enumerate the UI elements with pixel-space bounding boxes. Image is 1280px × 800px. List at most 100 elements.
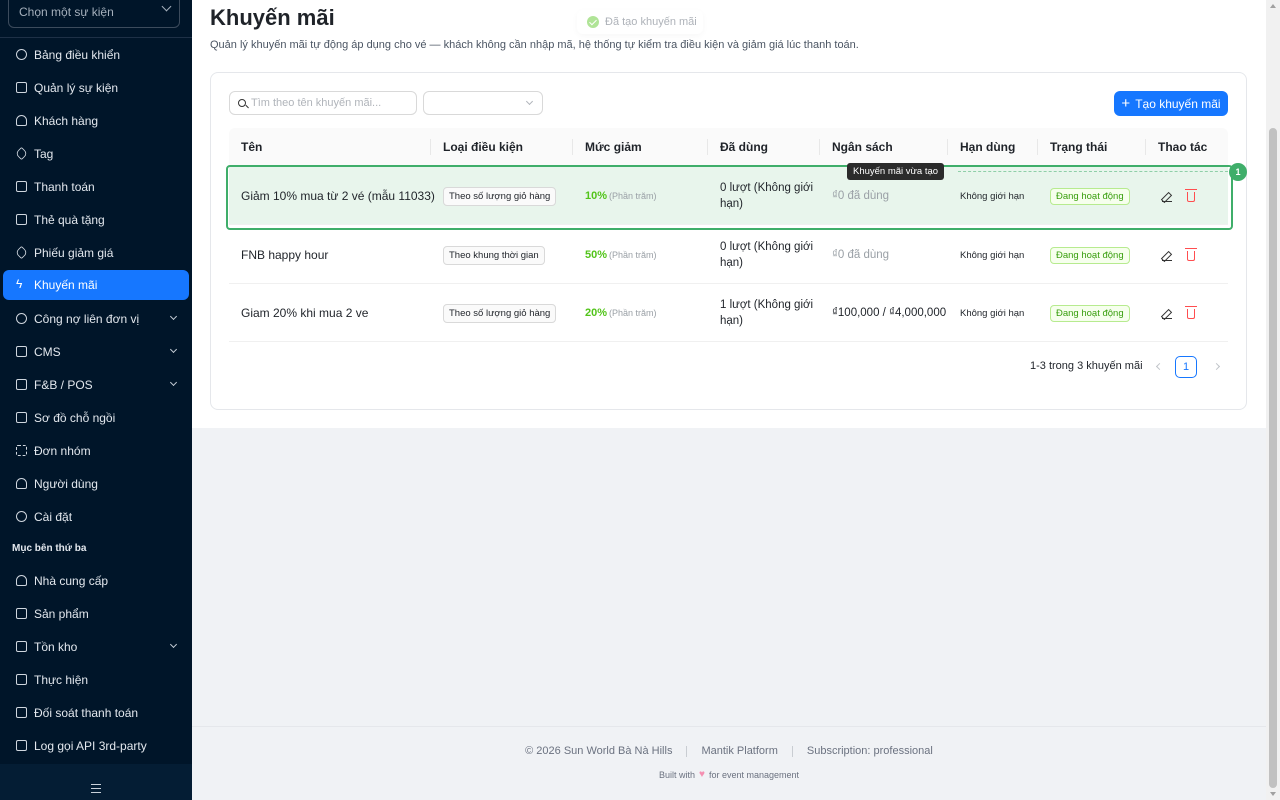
sidebar-item-events[interactable]: Quản lý sự kiện (0, 71, 192, 104)
sidebar-item-payments[interactable]: Thanh toán (0, 170, 192, 203)
sidebar-item-label: Tồn kho (34, 639, 78, 654)
sidebar-item-label: Thực hiện (34, 672, 89, 687)
create-promotion-button[interactable]: + Tạo khuyến mãi (1114, 91, 1228, 116)
chevron-down-icon (169, 378, 178, 387)
event-select[interactable]: Chọn một sự kiện (8, 0, 180, 28)
receipt-icon (16, 181, 27, 192)
vertical-scrollbar[interactable] (1266, 0, 1280, 800)
column-divider (947, 139, 948, 155)
built-for-text: for event management (708, 769, 799, 780)
sidebar-group-title: Mục bên thứ ba (12, 543, 87, 554)
sidebar-item-label: Thẻ quà tặng (34, 212, 105, 227)
scrollbar-thumb[interactable] (1269, 128, 1277, 788)
chevron-left-icon[interactable] (1155, 362, 1164, 371)
column-divider (1145, 139, 1146, 155)
table-row[interactable]: Giam 20% khi mua 2 ve Theo số lượng giỏ … (229, 284, 1228, 342)
usage-count: 0 lượt (Không giới hạn) (720, 241, 814, 269)
sidebar-item-fnb-pos[interactable]: F&B / POS (0, 368, 192, 401)
discount-unit: (Phần trăm) (609, 308, 657, 318)
gift-icon (16, 214, 27, 225)
delete-icon[interactable] (1185, 248, 1197, 261)
sidebar-item-coupons[interactable]: Phiếu giảm giá (0, 236, 192, 269)
chevron-down-icon (169, 345, 178, 354)
column-header-actions: Thao tác (1158, 140, 1208, 154)
footer-divider (192, 726, 1266, 727)
sidebar-item-inventory[interactable]: Tồn kho (0, 630, 192, 663)
sidebar-item-seat-map[interactable]: Sơ đồ chỗ ngồi (0, 401, 192, 434)
delete-icon[interactable] (1185, 189, 1197, 202)
column-header-name: Tên (241, 140, 263, 154)
file-icon (16, 346, 27, 357)
sidebar-item-label: Đơn nhóm (34, 443, 91, 458)
footer-separator (686, 745, 688, 757)
new-promotion-label: Khuyến mãi vừa tạo (847, 163, 945, 180)
sidebar-item-settings[interactable]: Cài đặt (0, 500, 192, 533)
highlight-number-badge: 1 (1229, 163, 1247, 181)
usage-limit: Không giới hạn (960, 307, 1025, 319)
status-badge: Đang hoạt động (1050, 187, 1130, 205)
coupon-icon (14, 245, 29, 260)
main-content: Khuyến mãi Quản lý khuyến mãi tự động áp… (192, 0, 1266, 800)
table-row[interactable]: FNB happy hour Theo khung thời gian 50%(… (229, 226, 1228, 284)
sidebar-item-tag[interactable]: Tag (0, 137, 192, 170)
footer-built-with: Built with ♥ for event management (192, 769, 1266, 780)
sidebar-item-label: Thanh toán (34, 179, 95, 194)
chevron-down-icon (169, 312, 178, 321)
search-box[interactable] (229, 91, 417, 115)
usage-count: 0 lượt (Không giới hạn) (720, 182, 814, 210)
search-icon (238, 99, 246, 107)
footer-subscription: Subscription: professional (806, 745, 933, 757)
column-header-condition: Loại điều kiện (443, 140, 524, 154)
delete-icon[interactable] (1185, 306, 1197, 319)
edit-icon[interactable] (1162, 250, 1172, 262)
sidebar-item-fulfillment[interactable]: Thực hiện (0, 663, 192, 696)
search-input[interactable] (251, 97, 411, 109)
sidebar-item-customers[interactable]: Khách hàng (0, 104, 192, 137)
sidebar-item-products[interactable]: Sản phẩm (0, 597, 192, 630)
condition-tag: Theo số lượng giỏ hàng (443, 303, 557, 323)
footer-separator (791, 745, 793, 757)
sidebar-item-group-orders[interactable]: Đơn nhóm (0, 434, 192, 467)
box-icon (16, 641, 27, 652)
sidebar-item-dashboard[interactable]: Bảng điều khiển (0, 38, 192, 71)
sidebar-item-inter-unit-debt[interactable]: Công nợ liên đơn vị (0, 302, 192, 335)
sidebar-item-label: Người dùng (34, 476, 98, 491)
table-row[interactable]: Giảm 10% mua từ 2 vé (mẫu 11033) Theo số… (229, 167, 1228, 225)
promotion-name: Giam 20% khi mua 2 ve (241, 306, 369, 320)
sidebar-item-label: Bảng điều khiển (34, 47, 121, 62)
usage-limit: Không giới hạn (960, 249, 1025, 261)
status-badge: Đang hoạt động (1050, 246, 1130, 264)
sidebar-item-api-log[interactable]: Log gọi API 3rd-party (0, 729, 192, 762)
status-badge: Đang hoạt động (1050, 304, 1130, 322)
edit-icon[interactable] (1162, 308, 1172, 320)
dollar-icon (16, 313, 27, 324)
sidebar-item-reconciliation[interactable]: Đối soát thanh toán (0, 696, 192, 729)
condition-filter-select[interactable] (423, 91, 543, 115)
column-header-used: Đã dùng (720, 140, 768, 154)
discount-unit: (Phần trăm) (609, 250, 657, 260)
sidebar-item-label: Quản lý sự kiện (34, 80, 119, 95)
pagination-current-page[interactable]: 1 (1175, 356, 1197, 378)
scroll-down-arrow-icon[interactable] (1270, 792, 1276, 796)
page-description: Quản lý khuyến mãi tự động áp dụng cho v… (210, 39, 859, 51)
content-area: Khuyến mãi Quản lý khuyến mãi tự động áp… (192, 0, 1266, 428)
chevron-down-icon (169, 640, 178, 649)
check-circle-icon (587, 16, 599, 28)
sidebar-item-gift-cards[interactable]: Thẻ quà tặng (0, 203, 192, 236)
chevron-right-icon[interactable] (1212, 362, 1221, 371)
menu-fold-icon[interactable] (91, 784, 101, 793)
sidebar-item-label: Khuyến mãi (34, 278, 98, 292)
promotions-card: + Tạo khuyến mãi Tên Loại điều kiện Mức … (210, 72, 1247, 410)
sidebar-item-promotions[interactable]: Khuyến mãi (3, 270, 189, 300)
scroll-up-arrow-icon[interactable] (1270, 4, 1276, 8)
heart-icon: ♥ (699, 769, 705, 780)
file-text-icon (16, 740, 27, 751)
sidebar-item-cms[interactable]: CMS (0, 335, 192, 368)
edit-icon[interactable] (1162, 191, 1172, 203)
success-toast: Đã tạo khuyến mãi (577, 10, 703, 34)
sidebar-item-users[interactable]: Người dùng (0, 467, 192, 500)
footer-copyright: © 2026 Sun World Bà Nà Hills (525, 745, 673, 757)
sidebar-footer (0, 764, 192, 800)
sidebar-item-suppliers[interactable]: Nhà cung cấp (0, 564, 192, 597)
column-divider (707, 139, 708, 155)
